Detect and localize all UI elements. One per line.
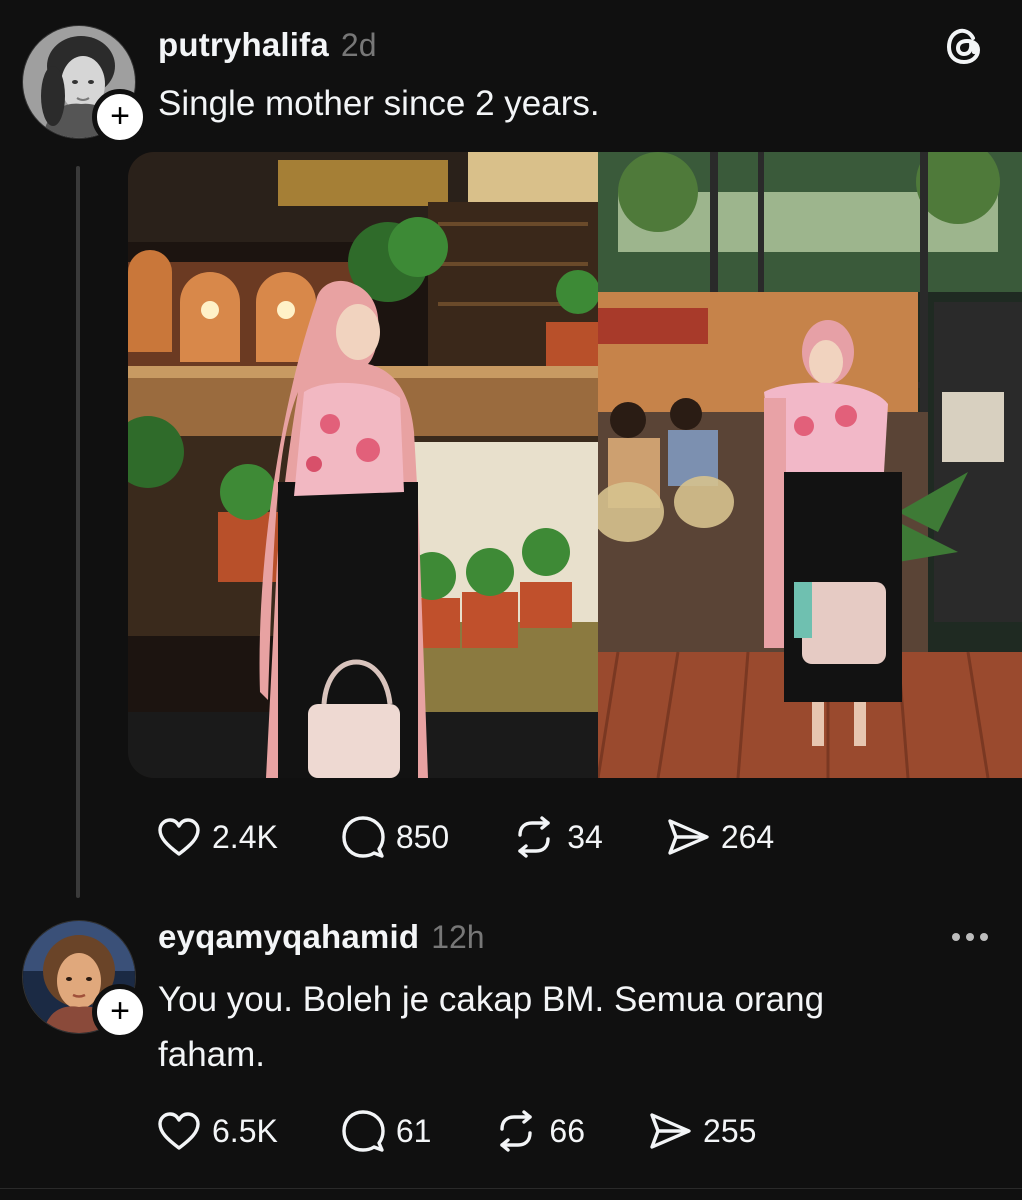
send-icon bbox=[650, 1113, 691, 1149]
reply-like-button[interactable]: 6.5K bbox=[156, 1108, 278, 1154]
reply-share-count: 255 bbox=[703, 1112, 757, 1149]
comment-bubble-icon bbox=[342, 1110, 385, 1152]
reply-share-button[interactable]: 255 bbox=[647, 1108, 756, 1154]
reply-text-line-2: faham. bbox=[158, 1035, 265, 1074]
reply-timestamp: 12h bbox=[431, 919, 485, 955]
more-dots-icon[interactable] bbox=[948, 922, 992, 952]
reply-header: eyqamyqahamid 12h bbox=[158, 918, 485, 956]
reply-text: You you. Boleh je cakap BM. Semua orang … bbox=[158, 972, 824, 1082]
reply-post: + eyqamyqahamid 12h You you. Boleh je ca… bbox=[0, 0, 1022, 1188]
reply-username[interactable]: eyqamyqahamid bbox=[158, 918, 419, 956]
reply-text-line-1: You you. Boleh je cakap BM. Semua orang bbox=[158, 980, 825, 1019]
reply-repost-count: 66 bbox=[549, 1112, 586, 1149]
reply-repost-button[interactable]: 66 bbox=[493, 1108, 585, 1154]
reply-like-count: 6.5K bbox=[212, 1112, 278, 1149]
reply-author-avatar[interactable]: + bbox=[22, 920, 148, 1040]
reply-comment-button[interactable]: 61 bbox=[340, 1108, 432, 1154]
follow-plus-icon[interactable]: + bbox=[92, 984, 148, 1040]
repost-icon bbox=[500, 1110, 533, 1152]
reply-actions: 6.5K 61 66 255 bbox=[156, 1108, 818, 1154]
heart-icon bbox=[158, 1112, 200, 1150]
divider bbox=[0, 1188, 1022, 1189]
reply-comment-count: 61 bbox=[395, 1112, 432, 1149]
